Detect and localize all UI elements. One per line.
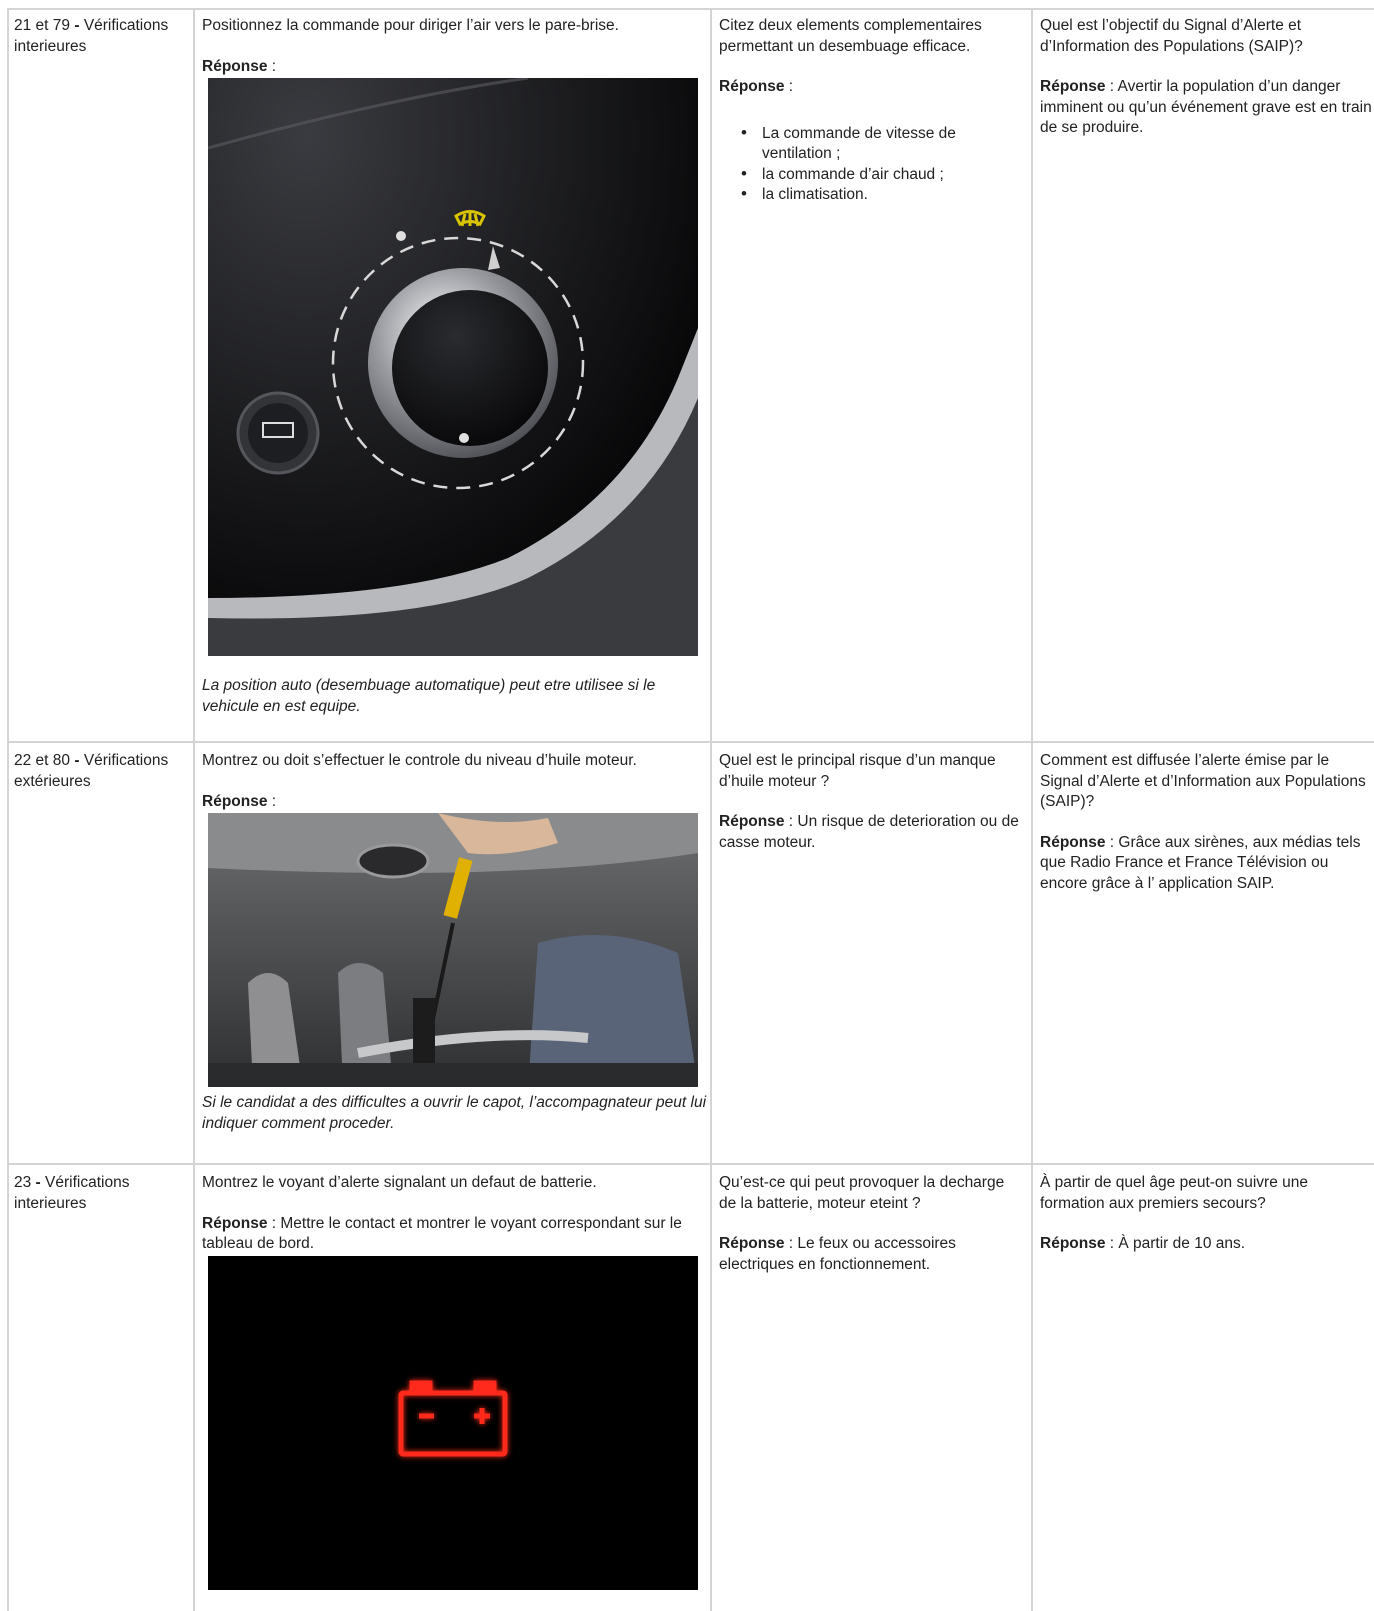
section-label: 21 et 79 - Vérifications interieures [14, 17, 169, 55]
technical-question-cell: Citez deux elements complementaires perm… [712, 8, 1031, 741]
engine-oil-dipstick-photo-icon [208, 813, 698, 1087]
answer-line: Réponse : [202, 57, 277, 75]
answer-line: Réponse : Un risque de deterioration ou … [719, 813, 1019, 851]
section-label: 23 - Vérifications interieures [14, 1174, 130, 1212]
list-item: la climatisation. [741, 184, 1024, 206]
safety-question-cell: À partir de quel âge peut-on suivre une … [1033, 1165, 1374, 1611]
engine-oil-photo [208, 813, 698, 1087]
list-item: La commande de vitesse de ventilation ; [741, 123, 1024, 165]
question-text: Montrez le voyant d’alerte signalant un … [202, 1174, 597, 1191]
question-text: Citez deux elements complementaires perm… [719, 17, 982, 55]
caption-text: La position auto (desembuage automatique… [202, 677, 656, 715]
question-text: Quel est l’objectif du Signal d’Alerte e… [1040, 17, 1303, 55]
interior-check-cell: Positionnez la commande pour diriger l’a… [195, 8, 710, 741]
interior-check-cell: Montrez le voyant d’alerte signalant un … [195, 1165, 710, 1611]
question-text: Positionnez la commande pour diriger l’a… [202, 17, 619, 34]
table-row: 21 et 79 - Vérifications interieures [7, 8, 193, 741]
list-item: la commande d’air chaud ; [741, 164, 1024, 186]
section-label: 22 et 80 - Vérifications extérieures [14, 752, 169, 790]
question-text: À partir de quel âge peut-on suivre une … [1040, 1174, 1308, 1212]
answer-line: Réponse : Le feux ou accessoires electri… [719, 1235, 956, 1273]
question-text: Qu’est-ce qui peut provoquer la decharge… [719, 1174, 1005, 1212]
safety-question-cell: Quel est l’objectif du Signal d’Alerte e… [1033, 8, 1374, 741]
questions-table: 21 et 79 - Vérifications interieures Pos… [7, 8, 1374, 1611]
answer-line: Réponse : À partir de 10 ans. [1040, 1235, 1246, 1252]
answer-line: Réponse : [202, 792, 277, 810]
caption-text: Si le candidat a des difficultes a ouvri… [202, 1094, 707, 1132]
battery-warning-light-icon [208, 1255, 698, 1590]
battery-warning-symbol [208, 1255, 698, 1590]
table-row: 22 et 80 - Vérifications extérieures [7, 743, 193, 1163]
answer-line: Réponse : Grâce aux sirènes, aux médias … [1040, 833, 1361, 892]
answer-list: La commande de vitesse de ventilation ; … [719, 123, 1024, 206]
defrost-dial-photo-icon [208, 78, 698, 656]
answer-line: Réponse : [719, 78, 794, 95]
question-text: Comment est diffusée l’alerte émise par … [1040, 752, 1366, 810]
question-text: Montrez ou doit s’effectuer le controle … [202, 752, 637, 769]
answer-line: Réponse : Mettre le contact et montrer l… [202, 1214, 682, 1253]
technical-question-cell: Qu’est-ce qui peut provoquer la decharge… [712, 1165, 1031, 1611]
table-row: 23 - Vérifications interieures [7, 1165, 193, 1611]
interior-check-cell: Montrez ou doit s’effectuer le controle … [195, 743, 710, 1163]
safety-question-cell: Comment est diffusée l’alerte émise par … [1033, 743, 1374, 1163]
technical-question-cell: Quel est le principal risque d’un manque… [712, 743, 1031, 1163]
question-text: Quel est le principal risque d’un manque… [719, 752, 996, 790]
defrost-dial-photo [208, 78, 698, 656]
answer-line: Réponse : Avertir la population d’un dan… [1040, 78, 1372, 136]
